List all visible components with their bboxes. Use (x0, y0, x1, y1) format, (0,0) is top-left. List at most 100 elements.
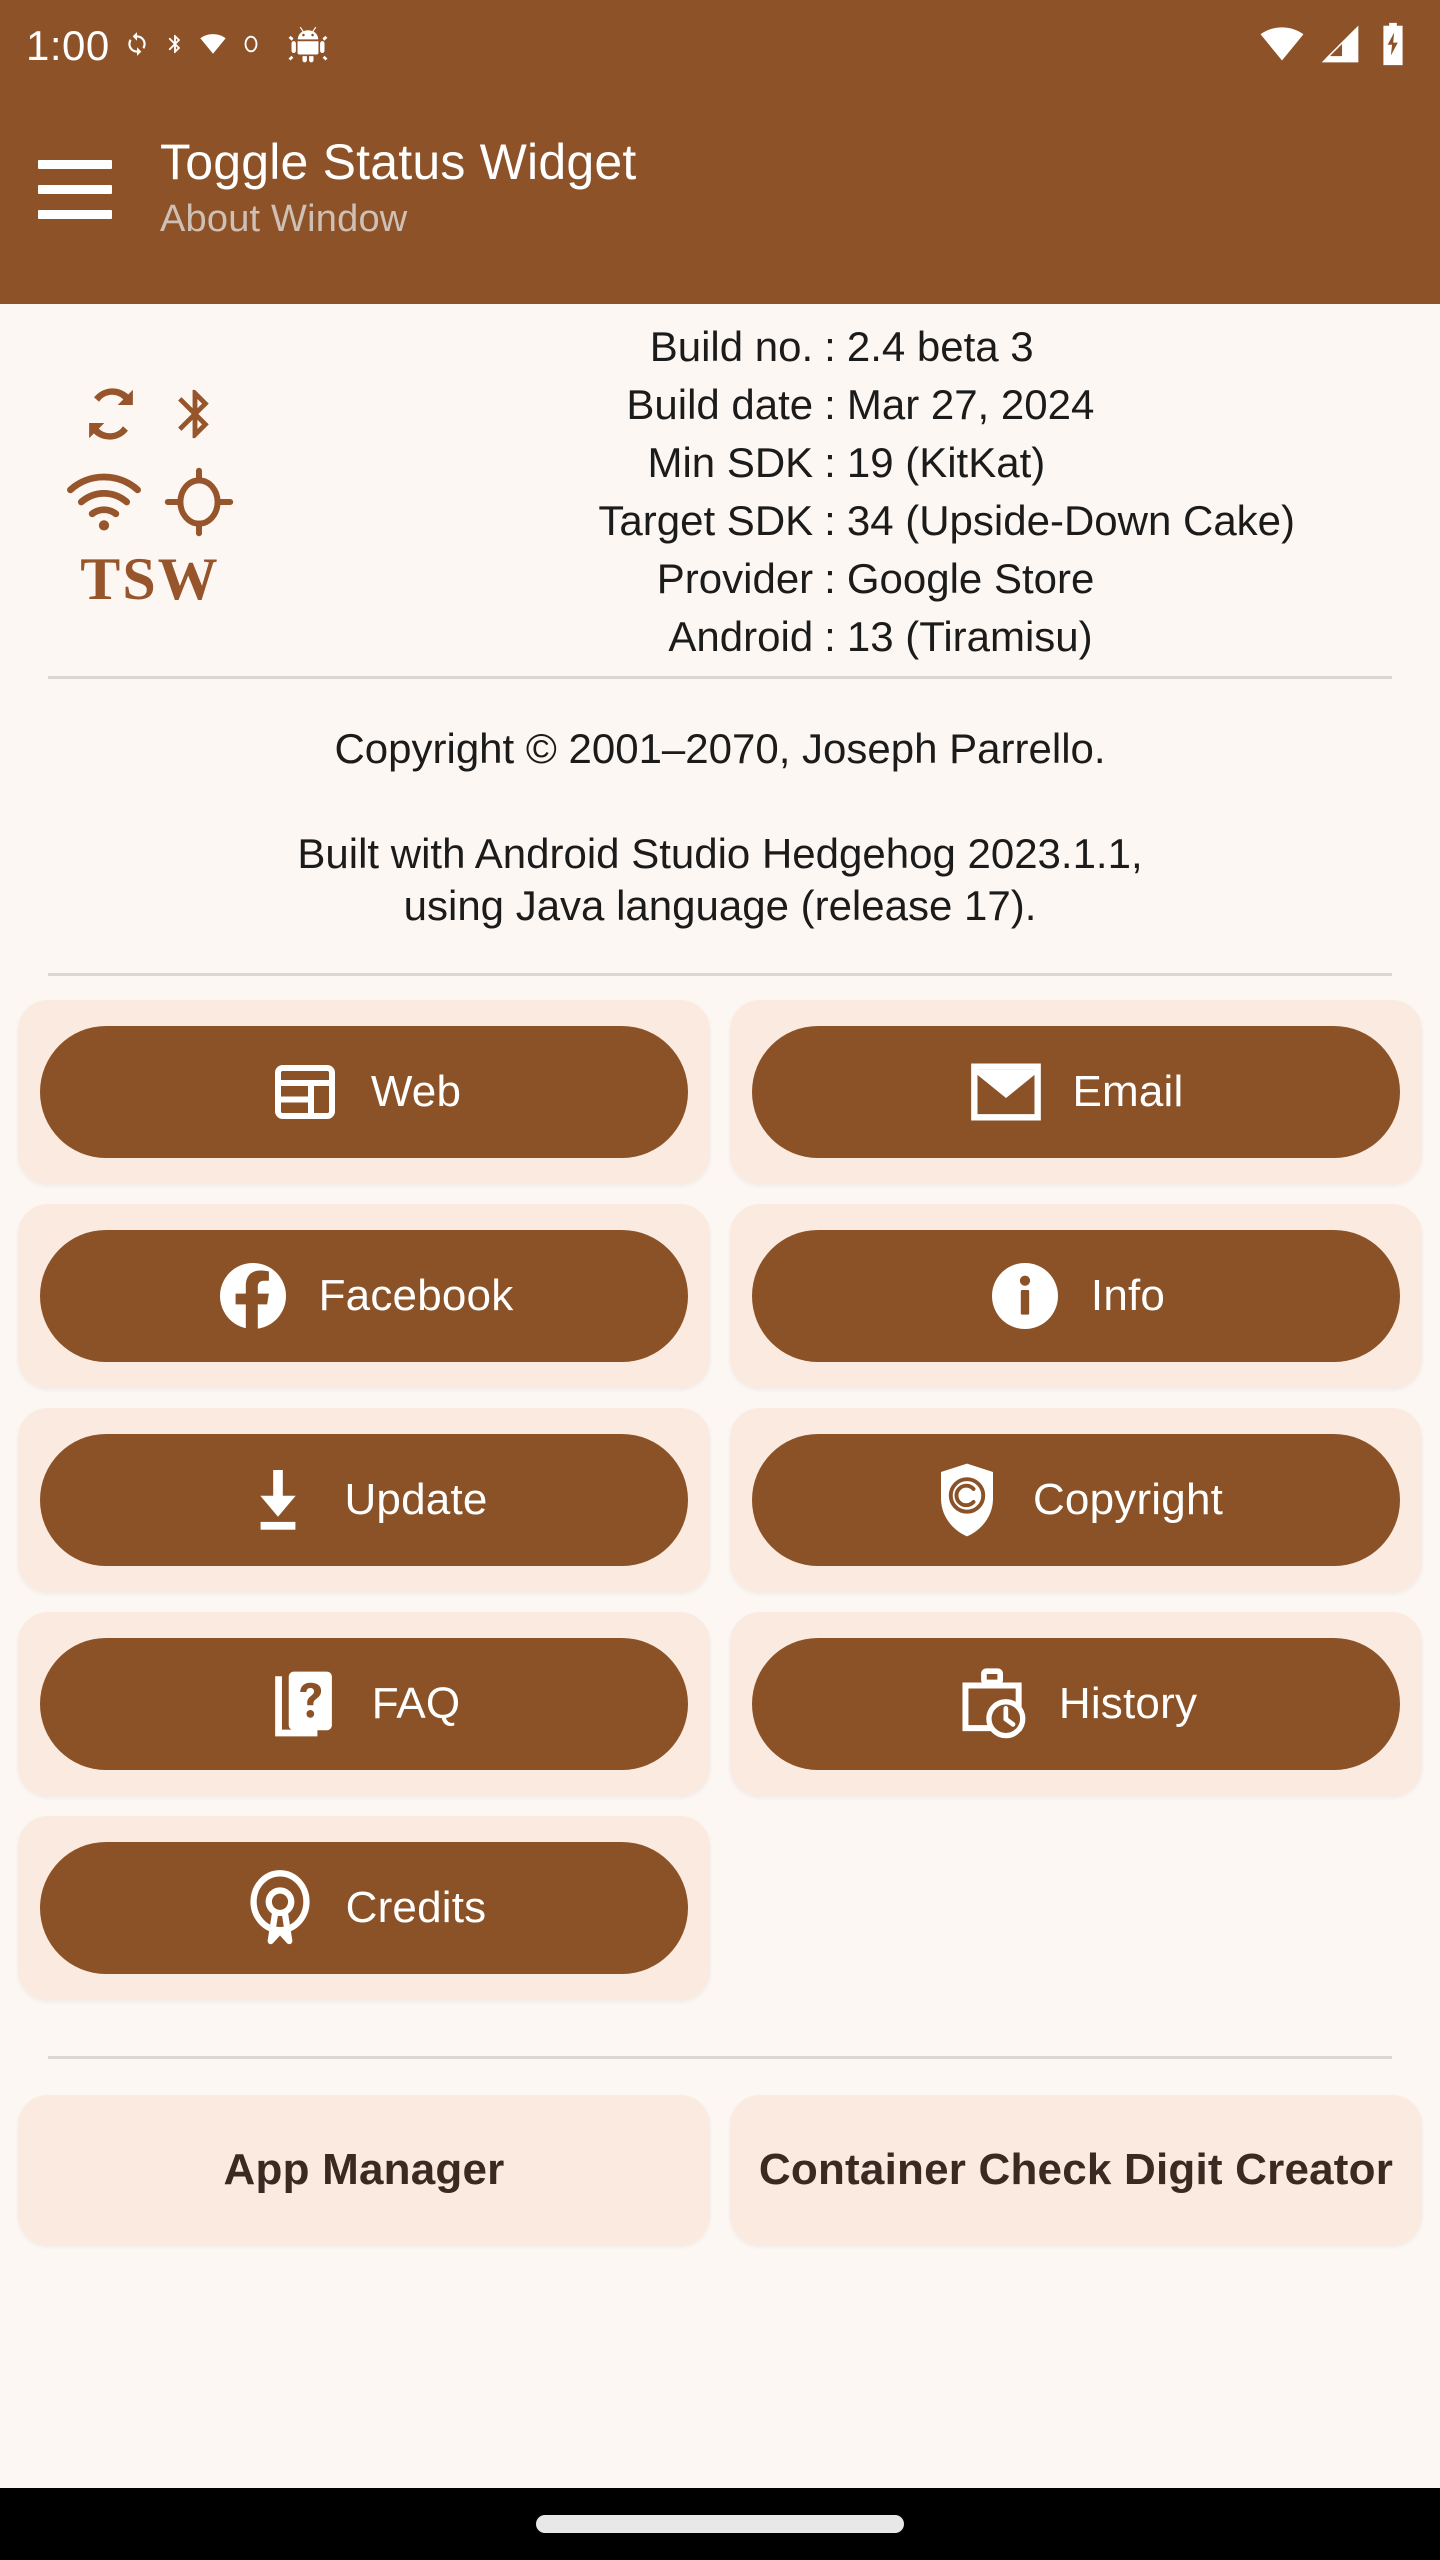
action-card: Web (18, 999, 710, 1184)
container-check-digit-creator-button[interactable]: Container Check Digit Creator (730, 2094, 1422, 2245)
action-card: Email (730, 999, 1422, 1184)
faq-pages-icon (268, 1666, 344, 1742)
legal-block: Copyright © 2001–2070, Joseph Parrello. … (0, 679, 1440, 973)
facebook-icon (215, 1258, 291, 1334)
app-bar-titles: Toggle Status Widget About Window (160, 135, 637, 243)
app-logo: TSW (0, 375, 300, 609)
envelope-icon (968, 1054, 1044, 1130)
action-card: Facebook (18, 1203, 710, 1388)
build-info-separator: : (824, 381, 836, 428)
build-info-value: 2.4 beta 3 (846, 323, 1034, 370)
logo-row-bottom (65, 464, 235, 545)
build-info-separator: : (824, 323, 836, 370)
action-label: History (1058, 1678, 1198, 1728)
status-bar-left: 1:00 (26, 22, 330, 71)
web-button[interactable]: Web (40, 1025, 688, 1158)
action-card: FAQ (18, 1611, 710, 1796)
built-with-line-2: using Java language (release 17). (403, 882, 1037, 929)
bluetooth-icon (164, 27, 186, 66)
sync-icon (76, 379, 146, 454)
battery-charging-icon (1376, 21, 1410, 72)
action-cell: History (720, 1602, 1432, 1806)
build-info-label: Min SDK (647, 439, 814, 486)
action-label: Facebook (318, 1270, 514, 1320)
status-clock: 1:00 (26, 22, 110, 69)
action-label: Web (370, 1066, 462, 1116)
build-info-label: Provider (656, 555, 814, 602)
shield-copyright-icon (929, 1462, 1005, 1538)
build-info-row: Provider : Google Store (300, 558, 1360, 600)
build-info-label: Target SDK (598, 497, 814, 544)
build-info-value: 13 (Tiramisu) (846, 613, 1093, 660)
build-info-value: 19 (KitKat) (846, 439, 1046, 486)
action-cell: Info (720, 1194, 1432, 1398)
action-label: Credits (345, 1882, 487, 1932)
build-info-separator: : (824, 613, 836, 660)
bluetooth-icon (166, 375, 224, 458)
action-label: FAQ (371, 1678, 461, 1728)
build-info-label: Build no. (649, 323, 814, 370)
action-grid: Web Email Facebook Info Update Copyright… (0, 976, 1440, 2010)
logo-wordmark: TSW (80, 546, 220, 612)
action-cell: Email (720, 990, 1432, 1194)
home-gesture-handle[interactable] (536, 2515, 904, 2533)
facebook-button[interactable]: Facebook (40, 1229, 688, 1362)
copyright-text: Copyright © 2001–2070, Joseph Parrello. (334, 725, 1106, 772)
build-info-row: Build date : Mar 27, 2024 (300, 384, 1360, 426)
action-cell: FAQ (8, 1602, 720, 1806)
info-button[interactable]: Info (752, 1229, 1400, 1362)
action-card: Update (18, 1407, 710, 1592)
wifi-icon (65, 470, 143, 539)
build-info-row: Min SDK : 19 (KitKat) (300, 442, 1360, 484)
build-info-value: Google Store (846, 555, 1095, 602)
action-label: Email (1072, 1066, 1184, 1116)
build-info-label: Android (668, 613, 814, 660)
other-app-cell: Container Check Digit Creator (720, 2085, 1432, 2255)
action-label: Update (344, 1474, 488, 1524)
build-info-section: TSW Build no. : 2.4 beta 3 Build date : … (0, 304, 1440, 676)
action-label: Copyright (1032, 1474, 1224, 1524)
build-info-table: Build no. : 2.4 beta 3 Build date : Mar … (300, 326, 1440, 658)
action-cell: Credits (8, 1806, 720, 2010)
browser-window-icon (267, 1054, 343, 1130)
email-button[interactable]: Email (752, 1025, 1400, 1158)
action-card: Copyright (730, 1407, 1422, 1592)
credits-button[interactable]: Credits (40, 1841, 688, 1974)
history-button[interactable]: History (752, 1637, 1400, 1770)
copyright-button[interactable]: Copyright (752, 1433, 1400, 1566)
logo-row-top (76, 375, 224, 458)
app-bar: Toggle Status Widget About Window (0, 92, 1440, 304)
action-cell: Copyright (720, 1398, 1432, 1602)
action-cell-empty (720, 1806, 1432, 2010)
app-manager-button[interactable]: App Manager (18, 2094, 710, 2245)
action-cell: Update (8, 1398, 720, 1602)
action-cell: Web (8, 990, 720, 1194)
build-info-separator: : (824, 497, 836, 544)
action-card: History (730, 1611, 1422, 1796)
faq-button[interactable]: FAQ (40, 1637, 688, 1770)
action-label: Info (1090, 1270, 1166, 1320)
system-navigation-bar (0, 2488, 1440, 2560)
build-info-separator: : (824, 439, 836, 486)
other-app-label: App Manager (223, 2144, 505, 2194)
cellular-signal-icon (1318, 22, 1362, 71)
update-button[interactable]: Update (40, 1433, 688, 1566)
build-info-value: 34 (Upside-Down Cake) (846, 497, 1296, 544)
built-with-line-1: Built with Android Studio Hedgehog 2023.… (297, 829, 1143, 877)
hamburger-menu-icon[interactable] (38, 159, 158, 219)
build-info-row: Build no. : 2.4 beta 3 (300, 326, 1360, 368)
wifi-icon (200, 31, 226, 62)
other-apps-grid: App Manager Container Check Digit Creato… (0, 2059, 1440, 2255)
info-circle-icon (987, 1258, 1063, 1334)
open-source-icon (242, 1869, 318, 1946)
build-info-row: Target SDK : 34 (Upside-Down Cake) (300, 500, 1360, 542)
wifi-signal-icon (1260, 22, 1304, 71)
build-info-row: Android : 13 (Tiramisu) (300, 616, 1360, 658)
menu-bar-2 (38, 184, 112, 194)
status-bar: 1:00 (0, 0, 1440, 92)
briefcase-clock-icon (955, 1666, 1031, 1742)
menu-bar-3 (38, 209, 112, 219)
build-info-separator: : (824, 555, 836, 602)
other-app-cell: App Manager (8, 2085, 720, 2255)
android-debug-icon (286, 22, 330, 71)
